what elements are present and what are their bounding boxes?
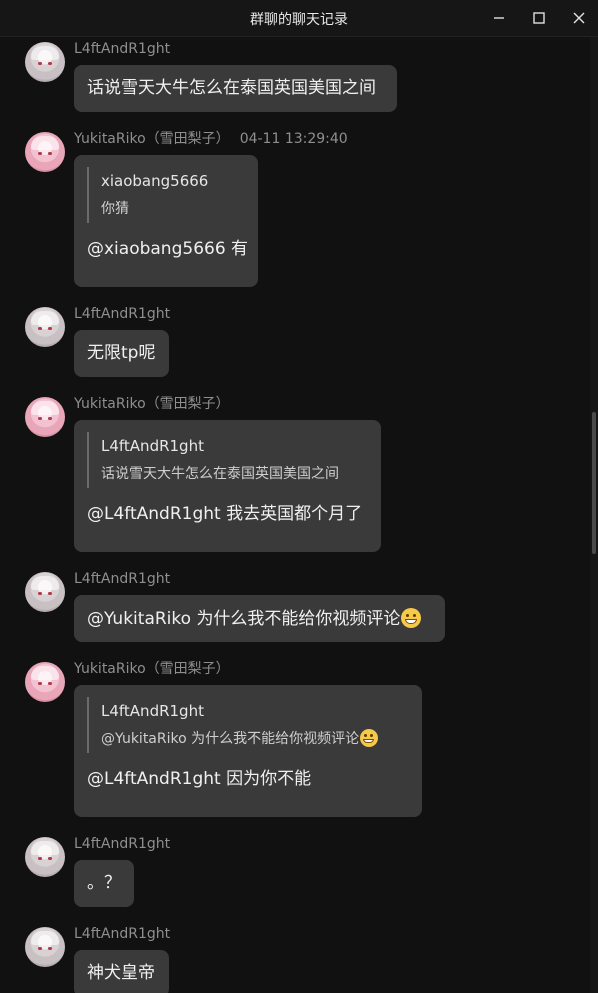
sender-name: L4ftAndR1ght: [74, 836, 171, 852]
close-button[interactable]: [568, 8, 590, 28]
quoted-text: 你猜: [101, 201, 129, 217]
quoted-reply[interactable]: L4ftAndR1ght @YukitaRiko 为什么我不能给你视频评论: [87, 697, 409, 753]
message-text: @L4ftAndR1ght 因为你不能: [87, 769, 312, 789]
quoted-sender: xiaobang5666: [101, 172, 209, 190]
message-bubble[interactable]: L4ftAndR1ght 话说雪天大牛怎么在泰国英国美国之间 @L4ftAndR…: [74, 420, 381, 552]
message-text: 无限tp呢: [87, 343, 156, 363]
scrollbar-thumb[interactable]: [592, 412, 596, 554]
quoted-sender: L4ftAndR1ght: [101, 702, 204, 720]
sender-name: YukitaRiko（雪田梨子）: [74, 661, 230, 677]
sender-header: YukitaRiko（雪田梨子） 04-11 13:29:40: [74, 129, 348, 149]
grinning-face-icon: [401, 608, 422, 628]
message-bubble[interactable]: L4ftAndR1ght @YukitaRiko 为什么我不能给你视频评论 @L…: [74, 685, 422, 817]
quoted-reply[interactable]: xiaobang5666 你猜: [87, 167, 245, 223]
maximize-icon: [533, 12, 545, 24]
message-text: @xiaobang5666 有: [87, 239, 249, 259]
quoted-sender: L4ftAndR1ght: [101, 437, 204, 455]
message-timestamp: 04-11 13:29:40: [239, 131, 348, 147]
sender-name: L4ftAndR1ght: [74, 571, 171, 587]
minimize-button[interactable]: [488, 8, 510, 28]
maximize-button[interactable]: [528, 8, 550, 28]
avatar[interactable]: [25, 132, 65, 172]
sender-name: L4ftAndR1ght: [74, 306, 171, 322]
sender-name: YukitaRiko（雪田梨子）: [74, 131, 230, 147]
grinning-face-icon: [360, 729, 379, 747]
message-text: @YukitaRiko 为什么我不能给你视频评论: [87, 609, 401, 629]
message-text: 神犬皇帝: [87, 963, 155, 983]
sender-name: L4ftAndR1ght: [74, 41, 171, 57]
quoted-text: @YukitaRiko 为什么我不能给你视频评论: [101, 731, 360, 747]
message-bubble[interactable]: 话说雪天大牛怎么在泰国英国美国之间: [74, 65, 397, 112]
avatar[interactable]: [25, 927, 65, 967]
avatar[interactable]: [25, 837, 65, 877]
message-bubble[interactable]: 无限tp呢: [74, 330, 169, 377]
quoted-text: 话说雪天大牛怎么在泰国英国美国之间: [101, 466, 339, 482]
sender-name: L4ftAndR1ght: [74, 926, 171, 942]
message-bubble[interactable]: 神犬皇帝: [74, 950, 169, 993]
avatar[interactable]: [25, 307, 65, 347]
message-bubble[interactable]: 。？: [74, 860, 134, 907]
avatar[interactable]: [25, 662, 65, 702]
vertical-scrollbar[interactable]: [590, 37, 598, 993]
avatar[interactable]: [25, 397, 65, 437]
message-bubble[interactable]: @YukitaRiko 为什么我不能给你视频评论: [74, 595, 445, 642]
title-bar: 群聊的聊天记录: [0, 0, 598, 37]
message-text: 话说雪天大牛怎么在泰国英国美国之间: [87, 78, 376, 98]
close-icon: [573, 12, 585, 24]
avatar[interactable]: [25, 42, 65, 82]
minimize-icon: [494, 17, 504, 19]
message-bubble[interactable]: xiaobang5666 你猜 @xiaobang5666 有: [74, 155, 258, 287]
chat-history-list[interactable]: L4ftAndR1ght 话说雪天大牛怎么在泰国英国美国之间 YukitaRik…: [0, 37, 590, 993]
message-text: @L4ftAndR1ght 我去英国都个月了: [87, 504, 363, 524]
quoted-reply[interactable]: L4ftAndR1ght 话说雪天大牛怎么在泰国英国美国之间: [87, 432, 368, 488]
avatar[interactable]: [25, 572, 65, 612]
sender-name: YukitaRiko（雪田梨子）: [74, 396, 230, 412]
message-text: 。？: [87, 873, 121, 893]
